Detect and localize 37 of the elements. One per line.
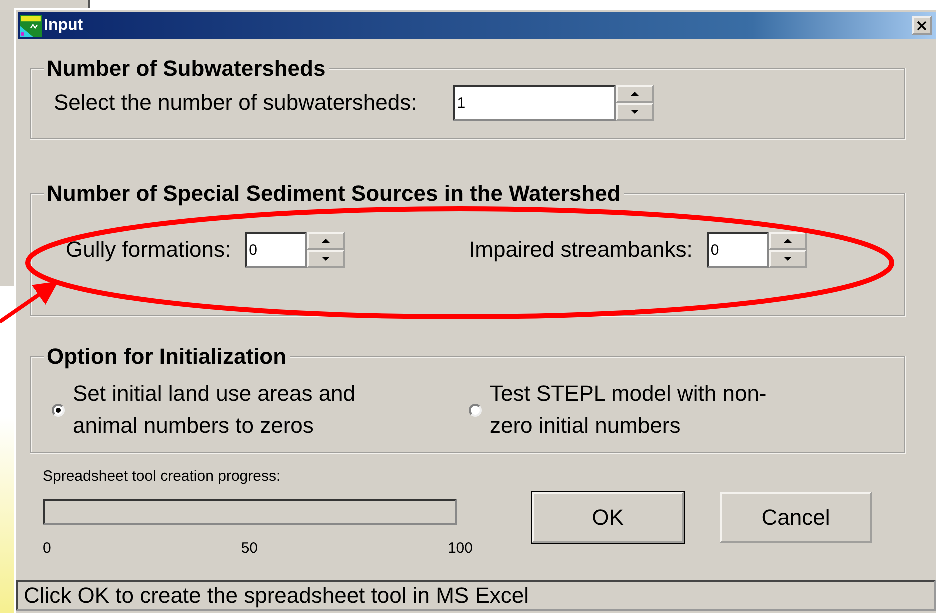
window-title: Input (44, 16, 84, 34)
up-arrow-icon (631, 92, 640, 96)
radio-button[interactable] (52, 404, 65, 416)
status-bar: Click OK to create the spreadsheet tool in MS Excel (16, 580, 936, 611)
tick-label: 0 (43, 540, 52, 557)
down-arrow-icon (322, 257, 330, 261)
option-label: Set initial land use areas and animal numbers to zeros (73, 380, 357, 440)
number-field[interactable]: 1 (453, 85, 616, 121)
close-icon (917, 20, 927, 30)
spin-down-button[interactable] (768, 250, 807, 268)
group-title: Number of Subwatersheds (46, 56, 327, 82)
tick-label: 100 (448, 540, 473, 557)
down-arrow-icon (784, 257, 792, 261)
option-label: Test STEPL model with non-zero initial numbers (490, 380, 768, 440)
spin-up-button[interactable] (616, 85, 654, 103)
field-label: Impaired streambanks: (469, 237, 693, 263)
number-field[interactable]: 0 (706, 232, 769, 268)
up-arrow-icon (322, 239, 330, 243)
up-arrow-icon (784, 239, 792, 243)
field-label: Select the number of subwatersheds: (54, 90, 418, 116)
spin-down-button[interactable] (307, 250, 346, 268)
group-title: Option for Initialization (46, 344, 288, 370)
cancel-button[interactable]: Cancel (720, 492, 872, 543)
spin-up-button[interactable] (768, 232, 807, 250)
down-arrow-icon (631, 110, 640, 114)
annotation-arrow (0, 281, 59, 324)
group-title: Number of Special Sediment Sources in the Watershed (46, 181, 622, 207)
field-label: Gully formations: (66, 237, 232, 263)
app-icon (20, 14, 42, 36)
close-button[interactable] (912, 16, 932, 35)
radio-button[interactable] (469, 404, 482, 416)
number-field[interactable]: 0 (245, 232, 308, 268)
progress-label: Spreadsheet tool creation progress: (43, 468, 282, 485)
tick-label: 50 (241, 540, 258, 557)
spin-down-button[interactable] (616, 103, 654, 121)
spin-up-button[interactable] (307, 232, 346, 250)
ok-button[interactable]: OK (532, 492, 684, 543)
